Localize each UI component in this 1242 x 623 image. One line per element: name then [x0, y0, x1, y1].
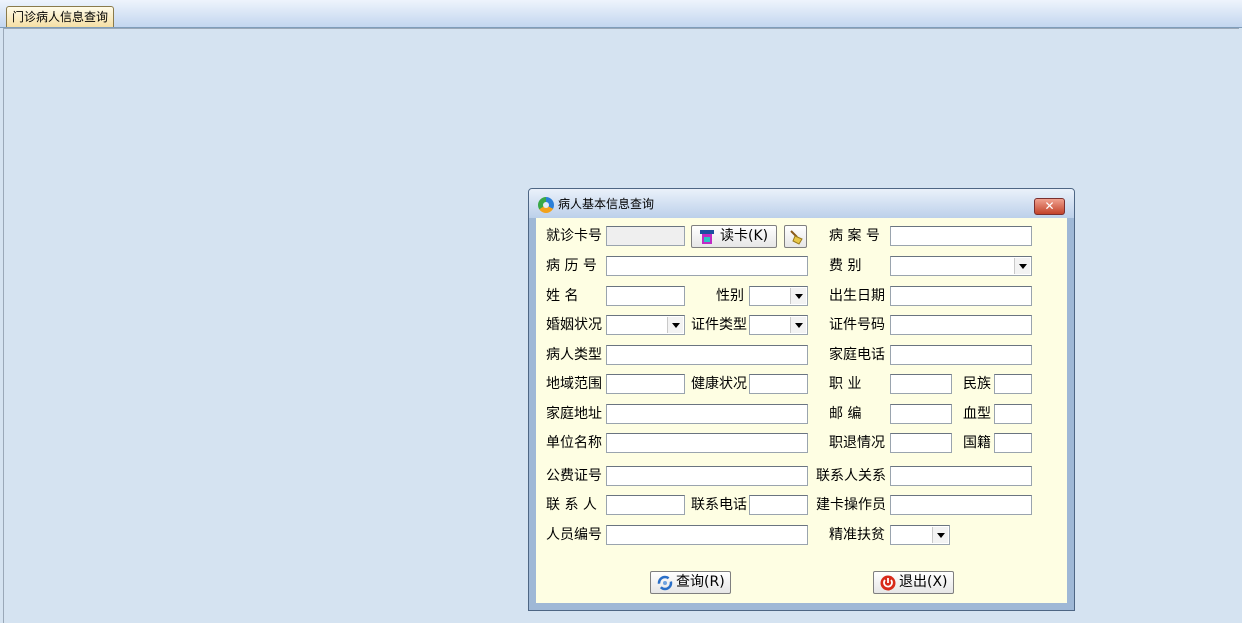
dialog-title: 病人基本信息查询	[558, 197, 655, 211]
occupation-input[interactable]	[890, 374, 952, 394]
id-number-input[interactable]	[890, 315, 1032, 335]
refresh-icon	[657, 575, 673, 591]
label-birth-date: 出生日期	[829, 288, 885, 304]
label-public-fee-no: 公费证号	[546, 468, 602, 484]
broom-icon	[790, 230, 803, 245]
contact-phone-input[interactable]	[749, 495, 808, 515]
postcode-input[interactable]	[890, 404, 952, 424]
case-no-input[interactable]	[890, 226, 1032, 246]
label-blood-type: 血型	[963, 406, 991, 422]
label-case-no: 病 案 号	[829, 228, 880, 244]
label-contact-relation: 联系人关系	[816, 468, 886, 484]
label-occupation: 职 业	[829, 376, 862, 392]
contact-person-input[interactable]	[606, 495, 685, 515]
id-type-select[interactable]	[749, 315, 808, 335]
query-button[interactable]: 查询(R)	[650, 571, 731, 594]
label-postcode: 邮 编	[829, 406, 862, 422]
ethnicity-input[interactable]	[994, 374, 1032, 394]
tab-outpatient-query[interactable]: 门诊病人信息查询	[6, 6, 115, 27]
label-marital-status: 婚姻状况	[546, 317, 602, 333]
label-health-status: 健康状况	[691, 376, 747, 392]
label-medical-record-no: 病 历 号	[546, 258, 597, 274]
label-ethnicity: 民族	[963, 376, 991, 392]
label-gender: 性别	[716, 288, 744, 304]
name-input[interactable]	[606, 286, 685, 306]
home-address-input[interactable]	[606, 404, 808, 424]
chevron-down-icon[interactable]	[667, 317, 683, 333]
nationality-input[interactable]	[994, 433, 1032, 453]
label-nationality: 国籍	[963, 435, 991, 451]
label-id-type: 证件类型	[691, 317, 747, 333]
label-id-number: 证件号码	[829, 317, 885, 333]
chevron-down-icon[interactable]	[932, 527, 948, 543]
label-contact-person: 联 系 人	[546, 497, 597, 513]
label-name: 姓 名	[546, 288, 579, 304]
exit-button[interactable]: 退出(X)	[873, 571, 954, 594]
read-card-button[interactable]: 读卡(K)	[691, 225, 777, 248]
gender-select[interactable]	[749, 286, 808, 306]
query-label: 查询(R)	[676, 574, 725, 590]
label-home-phone: 家庭电话	[829, 347, 885, 363]
public-fee-no-input[interactable]	[606, 466, 808, 486]
chevron-down-icon[interactable]	[790, 317, 806, 333]
home-phone-input[interactable]	[890, 345, 1032, 365]
dialog-titlebar[interactable]: 病人基本信息查询 ✕	[529, 189, 1074, 218]
label-home-address: 家庭地址	[546, 406, 602, 422]
tab-bar: 门诊病人信息查询	[0, 0, 1242, 28]
region-input[interactable]	[606, 374, 685, 394]
label-fee-type: 费 别	[829, 258, 862, 274]
app-logo-icon	[538, 197, 554, 213]
card-operator-input[interactable]	[890, 495, 1032, 515]
patient-query-dialog: 病人基本信息查询 ✕ 就诊卡号 读卡(K) 病 案 号 病 历 号 费 别 姓	[528, 188, 1075, 611]
label-patient-type: 病人类型	[546, 347, 602, 363]
patient-type-input[interactable]	[606, 345, 808, 365]
blood-type-input[interactable]	[994, 404, 1032, 424]
close-button[interactable]: ✕	[1034, 198, 1065, 215]
chevron-down-icon[interactable]	[1014, 258, 1030, 274]
marital-status-select[interactable]	[606, 315, 685, 335]
label-staff-no: 人员编号	[546, 527, 602, 543]
card-reader-icon	[700, 230, 714, 244]
work-unit-input[interactable]	[606, 433, 808, 453]
label-work-unit: 单位名称	[546, 435, 602, 451]
clear-button[interactable]	[784, 225, 807, 248]
visit-card-no-input[interactable]	[606, 226, 685, 246]
label-contact-phone: 联系电话	[691, 497, 747, 513]
label-card-operator: 建卡操作员	[816, 497, 886, 513]
read-card-label: 读卡(K)	[720, 228, 769, 244]
health-status-input[interactable]	[749, 374, 808, 394]
label-retirement-status: 职退情况	[829, 435, 885, 451]
label-poverty-alleviation: 精准扶贫	[829, 527, 885, 543]
medical-record-no-input[interactable]	[606, 256, 808, 276]
power-icon	[880, 575, 896, 591]
chevron-down-icon[interactable]	[790, 288, 806, 304]
label-visit-card-no: 就诊卡号	[546, 228, 602, 244]
birth-date-input[interactable]	[890, 286, 1032, 306]
staff-no-input[interactable]	[606, 525, 808, 545]
dialog-client: 就诊卡号 读卡(K) 病 案 号 病 历 号 费 别 姓 名 性别 出生日期 婚…	[536, 218, 1067, 603]
label-region: 地域范围	[546, 376, 602, 392]
fee-type-select[interactable]	[890, 256, 1032, 276]
poverty-alleviation-select[interactable]	[890, 525, 950, 545]
exit-label: 退出(X)	[899, 574, 948, 590]
retirement-status-input[interactable]	[890, 433, 952, 453]
contact-relation-input[interactable]	[890, 466, 1032, 486]
